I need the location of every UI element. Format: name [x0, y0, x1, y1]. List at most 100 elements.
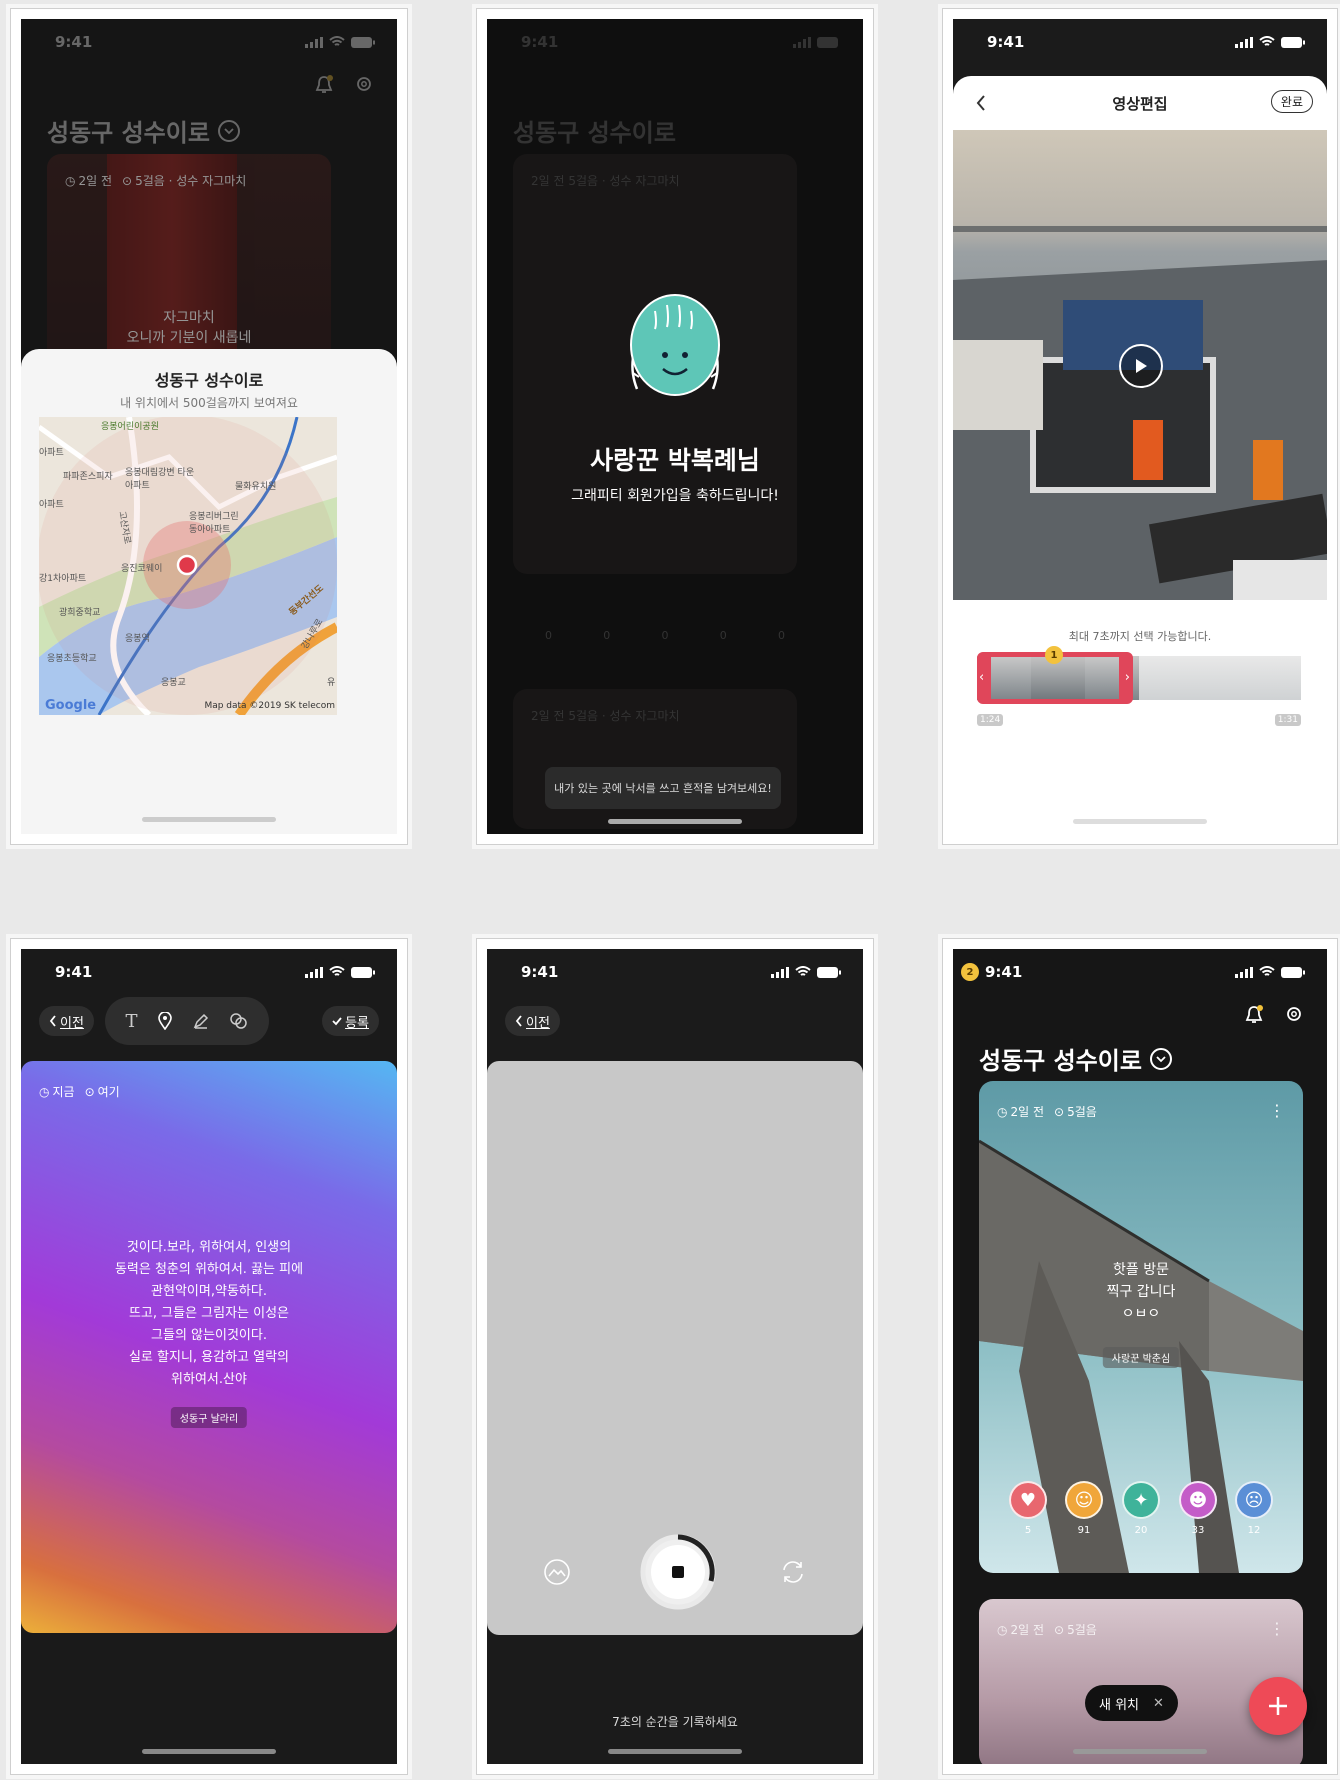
record-button[interactable]	[639, 1533, 717, 1611]
reaction-count: 12	[1247, 1525, 1261, 1536]
color-tool-icon[interactable]	[230, 1013, 248, 1029]
map-label: 아파트	[39, 448, 64, 458]
location-title[interactable]: 성동구 성수이로	[979, 1041, 1172, 1076]
pin-icon: ⊙	[1054, 1622, 1065, 1637]
status-bar: 9:41	[487, 19, 863, 65]
screen-location-sheet: 9:41 성동구 성수이로 ◷ 2일 전 ⊙ 5걸음 · 성수 자그마치 자그마치 …	[10, 8, 408, 845]
frame-thumb	[1247, 656, 1301, 700]
card-meta: ◷ 지금 ⊙ 여기	[39, 1083, 120, 1100]
text-line: 동력은 청춘의 위하여서. 끓는 피에	[114, 1262, 304, 1277]
wow-reaction-button[interactable]: ☹	[1235, 1481, 1273, 1519]
reaction-count: 33	[1191, 1525, 1205, 1536]
graffiti-card[interactable]: ◷ 지금 ⊙ 여기 것이다.보라, 위하여서, 인생의 동력은 청춘의 위하여서. …	[21, 1061, 397, 1633]
map-label: 강1차아파트	[39, 574, 87, 584]
home-indicator	[608, 819, 742, 824]
done-button[interactable]: 완료	[1270, 90, 1313, 113]
trim-left-handle-icon[interactable]: ‹	[979, 670, 984, 685]
pin-tool-icon[interactable]	[158, 1012, 173, 1030]
card-text-line: 자그마치	[163, 310, 215, 326]
bg-location-title: 성동구 성수이로	[513, 113, 676, 148]
wifi-icon	[329, 36, 345, 46]
status-time: 9:41	[521, 33, 559, 51]
pin-icon: ⊙	[122, 173, 133, 188]
text-line: 위하여서.산야	[171, 1372, 247, 1387]
more-icon[interactable]: ⋮	[1269, 1619, 1285, 1638]
feed-card-2[interactable]: ◷ 2일 전 ⊙ 5걸음 ⋮	[979, 1599, 1303, 1764]
battery-icon	[351, 36, 375, 48]
toast: 내가 있는 곳에 낙서를 쓰고 흔적을 남겨보세요!	[545, 767, 781, 809]
map-label: 응진코웨이	[121, 564, 163, 574]
bg-count: 0	[545, 629, 552, 642]
chevron-left-icon	[515, 1015, 522, 1027]
video-preview[interactable]	[953, 130, 1327, 600]
map-label: 응봉역	[125, 634, 150, 644]
status-time: 9:41	[55, 33, 93, 51]
wifi-icon	[1259, 36, 1275, 46]
smile-reaction-button[interactable]: ☺	[1065, 1481, 1103, 1519]
welcome-nickname: 사랑꾼 박복례님	[590, 446, 760, 475]
signal-icon	[1235, 966, 1253, 978]
text-tool-icon[interactable]: T	[125, 1011, 137, 1032]
status-icons	[771, 966, 841, 978]
location-title-text: 성동구 성수이로	[47, 119, 210, 147]
sheet-title: 성동구 성수이로	[154, 371, 264, 390]
check-icon	[332, 1017, 342, 1026]
bg-count: 0	[603, 629, 611, 642]
trim-timeline[interactable]: ‹ › 1	[977, 646, 1301, 708]
map-label: 고산자로	[116, 510, 132, 545]
signal-icon	[771, 966, 789, 978]
clock-icon: ◷	[39, 1084, 50, 1099]
gear-icon[interactable]	[1285, 1005, 1303, 1023]
status-icons	[1235, 966, 1305, 978]
graffiti-text[interactable]: 것이다.보라, 위하여서, 인생의 동력은 청춘의 위하여서. 끓는 피에 관현…	[21, 1237, 397, 1391]
status-bar: 2 9:41	[953, 949, 1327, 995]
camera-viewfinder[interactable]	[487, 1061, 863, 1635]
card-meta-time-text: 2일 전	[1010, 1623, 1045, 1637]
status-time: 9:41	[55, 963, 93, 981]
card-meta-time: ◷ 2일 전	[997, 1103, 1044, 1120]
text-line: 그들의 않는이것이다.	[151, 1328, 267, 1343]
card-meta-steps-text: 5걸음 · 성수 자그마치	[135, 174, 247, 188]
gallery-icon[interactable]	[543, 1558, 571, 1586]
new-location-chip[interactable]: 새 위치 ✕	[1085, 1685, 1178, 1721]
play-icon	[1136, 359, 1147, 373]
phone-screen: 9:41 이전 T 등록 ◷ 지금 ⊙ 여기 것이다.보라, 위하여서, 인생의…	[21, 949, 397, 1764]
switch-camera-icon[interactable]	[779, 1558, 807, 1586]
bell-icon[interactable]	[1245, 1005, 1263, 1025]
play-button[interactable]	[1119, 344, 1163, 388]
pin-icon: ⊙	[1054, 1104, 1065, 1119]
clock-icon: ◷	[997, 1622, 1008, 1637]
more-icon[interactable]: ⋮	[1269, 1101, 1285, 1120]
wifi-icon	[795, 966, 811, 976]
laugh-reaction-button[interactable]: ☻	[1179, 1481, 1217, 1519]
feed-card[interactable]: ◷ 2일 전 ⊙ 5걸음 ⋮ 핫플 방문 찍구 갑니다 ㅇㅂㅇ 사랑꾼 박춘심 ♥ …	[979, 1081, 1303, 1573]
location-title[interactable]: 성동구 성수이로	[47, 113, 240, 148]
register-button[interactable]: 등록	[322, 1006, 379, 1036]
trim-right-handle-icon[interactable]: ›	[1125, 670, 1130, 685]
feed-card[interactable]: ◷ 2일 전 ⊙ 5걸음 · 성수 자그마치 자그마치 오니까 기분이 새롭네	[47, 154, 331, 364]
back-button[interactable]: 이전	[505, 1006, 560, 1036]
status-icons	[1235, 36, 1305, 48]
back-button[interactable]: 이전	[39, 1006, 94, 1036]
party-icon: ✦	[1133, 1489, 1149, 1511]
bell-icon[interactable]	[315, 75, 333, 95]
gear-icon[interactable]	[355, 75, 373, 93]
add-fab[interactable]	[1249, 1677, 1307, 1735]
close-icon[interactable]: ✕	[1153, 1696, 1164, 1711]
playhead-marker[interactable]: 1	[1045, 646, 1063, 664]
status-time: 9:41	[521, 963, 559, 981]
heart-reaction-button[interactable]: ♥	[1009, 1481, 1047, 1519]
map-view[interactable]: 응봉어린이공원 아파트 파파존스피자 응봉대림강변 타운아파트 물화유치원 아파…	[39, 417, 337, 715]
mascot-icon	[630, 294, 720, 396]
battery-icon	[817, 966, 841, 978]
card-meta-steps: ⊙ 5걸음	[1054, 1103, 1097, 1120]
step-badge: 2	[961, 963, 979, 981]
map-credit: Map data ©2019 SK telecom	[204, 701, 335, 711]
card-meta: ◷ 2일 전 ⊙ 5걸음 · 성수 자그마치	[65, 172, 246, 189]
card-meta-time-text: 2일 전	[1010, 1105, 1045, 1119]
pen-tool-icon[interactable]	[193, 1013, 209, 1029]
new-location-label: 새 위치	[1099, 1697, 1140, 1713]
status-time: 9:41	[987, 33, 1025, 51]
wifi-icon	[329, 966, 345, 976]
party-reaction-button[interactable]: ✦	[1122, 1481, 1160, 1519]
